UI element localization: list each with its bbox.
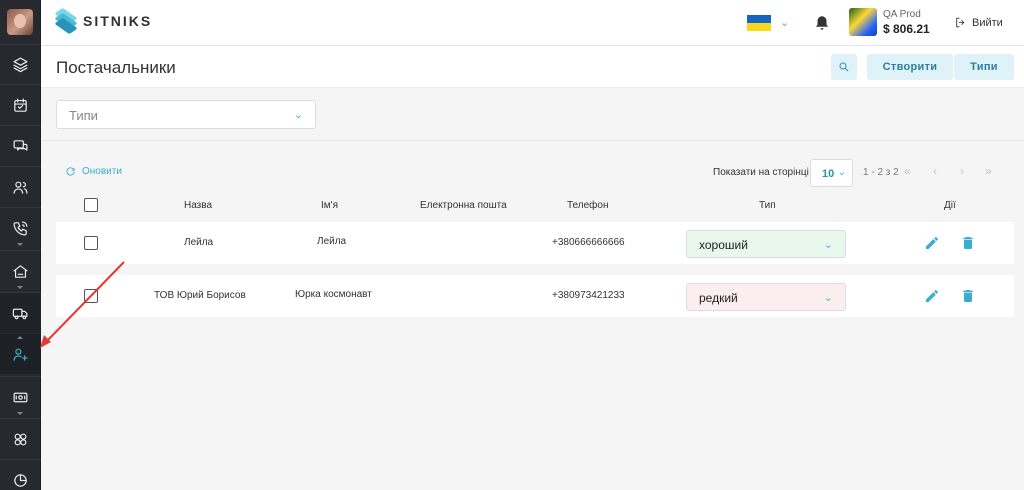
logout-label: Вийти xyxy=(972,16,1003,29)
row-name: ТОВ Юрий Борисов xyxy=(154,290,246,301)
prev-page-icon[interactable]: ‹ xyxy=(933,164,937,178)
sidebar-item-users[interactable] xyxy=(0,167,41,207)
table-header: Назва Ім'я Електронна пошта Телефон Тип … xyxy=(56,194,1014,218)
account-name: QA Prod xyxy=(883,9,921,20)
row-type-value: редкий xyxy=(699,291,738,305)
sidebar-item-home[interactable] xyxy=(0,251,41,291)
ukraine-flag-icon[interactable] xyxy=(747,15,771,31)
delete-icon[interactable] xyxy=(960,235,976,251)
suppliers-table: Оновити Показати на сторінці 10 ⌄ 1 - 2 … xyxy=(56,156,1014,326)
types-button[interactable]: Типи xyxy=(954,54,1014,80)
brand-name: SITNIKS xyxy=(83,13,153,29)
row-checkbox[interactable] xyxy=(84,289,98,303)
sidebar-item-chat[interactable] xyxy=(0,126,41,166)
logout-button[interactable]: Вийти xyxy=(954,16,1003,29)
account-balance: $ 806.21 xyxy=(883,22,930,36)
truck-icon xyxy=(12,308,28,319)
chevron-down-icon xyxy=(17,243,23,246)
bell-icon[interactable] xyxy=(813,13,831,33)
chevron-down-icon: ⌄ xyxy=(293,109,303,121)
chevron-down-icon[interactable]: ⌄ xyxy=(780,16,789,29)
column-header-phone[interactable]: Телефон xyxy=(567,200,608,211)
row-checkbox[interactable] xyxy=(84,236,98,250)
refresh-label: Оновити xyxy=(82,166,122,177)
column-header-actions: Дії xyxy=(944,200,956,211)
types-filter-placeholder: Типи xyxy=(69,108,98,123)
chevron-down-icon xyxy=(17,286,23,289)
user-avatar[interactable] xyxy=(7,9,33,35)
row-first-name: Юрка космонавт xyxy=(295,289,372,300)
sidebar-item-finance[interactable] xyxy=(0,377,41,417)
layers-icon xyxy=(13,57,28,72)
first-page-icon[interactable]: « xyxy=(904,164,911,178)
users-icon xyxy=(13,181,28,194)
last-page-icon[interactable]: » xyxy=(985,164,992,178)
pagination-range: 1 - 2 з 2 xyxy=(863,167,899,178)
table-row[interactable]: Лейла Лейла +380666666666 хороший ⌄ xyxy=(56,222,1014,264)
sidebar-item-integrations[interactable] xyxy=(0,419,41,459)
chat-icon xyxy=(13,139,28,151)
column-header-first-name[interactable]: Ім'я xyxy=(321,200,338,211)
edit-icon[interactable] xyxy=(924,288,940,304)
chevron-down-icon xyxy=(17,412,23,415)
sidebar xyxy=(0,0,41,490)
row-type-value: хороший xyxy=(699,238,748,252)
select-all-checkbox[interactable] xyxy=(84,198,98,212)
delete-icon[interactable] xyxy=(960,288,976,304)
column-header-name[interactable]: Назва xyxy=(184,200,212,211)
search-button[interactable] xyxy=(831,54,857,80)
sidebar-item-phone[interactable] xyxy=(0,208,41,248)
logo-icon xyxy=(54,7,78,35)
refresh-icon xyxy=(66,167,75,176)
types-filter-select[interactable]: Типи ⌄ xyxy=(56,100,316,129)
calendar-icon xyxy=(14,98,27,112)
column-header-email[interactable]: Електронна пошта xyxy=(420,200,507,211)
per-page-label: Показати на сторінці xyxy=(713,167,809,178)
page-title: Постачальники xyxy=(56,58,176,77)
brand-logo[interactable]: SITNIKS xyxy=(54,7,153,35)
sidebar-item-delivery[interactable] xyxy=(0,293,41,333)
user-plus-icon xyxy=(13,348,28,361)
search-icon xyxy=(839,62,849,72)
chevron-down-icon: ⌄ xyxy=(823,239,833,251)
logout-icon xyxy=(956,17,965,28)
table-row[interactable]: ТОВ Юрий Борисов Юрка космонавт +3809734… xyxy=(56,275,1014,317)
row-type-select[interactable]: хороший ⌄ xyxy=(686,230,846,258)
integrations-icon xyxy=(14,433,27,445)
create-button[interactable]: Створити xyxy=(867,54,953,80)
phone-icon xyxy=(13,221,28,235)
cash-icon xyxy=(13,392,28,402)
column-header-type[interactable]: Тип xyxy=(759,200,776,211)
edit-icon[interactable] xyxy=(924,235,940,251)
row-phone: +380666666666 xyxy=(552,237,625,248)
page-header: Постачальники Створити Типи xyxy=(41,46,1024,88)
row-name: Лейла xyxy=(184,237,214,248)
per-page-value: 10 xyxy=(822,168,835,180)
row-type-select[interactable]: редкий ⌄ xyxy=(686,283,846,311)
row-phone: +380973421233 xyxy=(552,290,625,301)
pie-chart-icon xyxy=(14,473,27,487)
sidebar-item-layers[interactable] xyxy=(0,44,41,84)
sidebar-item-suppliers[interactable] xyxy=(0,334,41,374)
refresh-button[interactable]: Оновити xyxy=(65,166,122,177)
section-divider xyxy=(41,140,1024,141)
chevron-up-icon xyxy=(17,336,23,339)
home-icon xyxy=(13,264,28,278)
chevron-down-icon: ⌄ xyxy=(823,292,833,304)
chevron-down-icon: ⌄ xyxy=(837,167,846,178)
account-avatar[interactable] xyxy=(849,8,877,36)
sidebar-item-calendar[interactable] xyxy=(0,85,41,125)
row-first-name: Лейла xyxy=(317,236,347,247)
per-page-select[interactable]: 10 ⌄ xyxy=(810,159,853,187)
topbar: SITNIKS ⌄ QA Prod $ 806.21 Вийти xyxy=(41,0,1024,46)
sidebar-item-analytics[interactable] xyxy=(0,460,41,490)
next-page-icon[interactable]: › xyxy=(960,164,964,178)
